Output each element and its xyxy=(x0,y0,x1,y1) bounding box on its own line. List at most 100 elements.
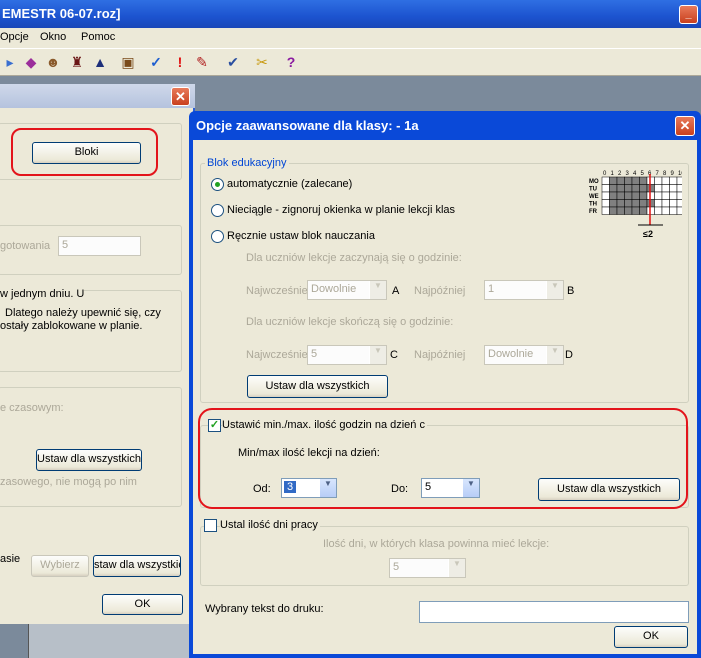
schedule-cell xyxy=(639,191,648,200)
schedule-cell xyxy=(624,184,633,193)
bottom-label: asie xyxy=(0,553,21,565)
end-latest-label: Najpóźniej xyxy=(414,349,466,361)
start-earliest-value: Dowolnie xyxy=(311,283,357,295)
end-earliest-combo[interactable]: 5 ▼ xyxy=(307,345,387,365)
schedule-col-label: 9 xyxy=(671,171,675,177)
schedule-cell xyxy=(654,199,663,208)
prep-input[interactable]: 5 xyxy=(58,236,141,256)
chevron-down-icon: ▼ xyxy=(369,346,386,364)
schedule-cell xyxy=(616,199,625,208)
start-label: Dla uczniów lekcje zaczynają się o godzi… xyxy=(246,252,462,264)
schedule-cell xyxy=(624,206,633,215)
note-line2: Dlatego należy upewnić się, czy xyxy=(5,307,161,319)
schedule-cell xyxy=(669,199,678,208)
radio-manual[interactable] xyxy=(211,230,224,243)
menu-opcje[interactable]: Opcje xyxy=(0,31,29,43)
cube-icon[interactable]: ◆ xyxy=(21,52,41,72)
chevron-down-icon: ▼ xyxy=(448,559,465,577)
schedule-cell xyxy=(601,199,610,208)
schedule-cell xyxy=(676,184,682,193)
tools-icon[interactable]: ✂ xyxy=(252,52,272,72)
print-input[interactable] xyxy=(419,601,689,623)
schedule-row-label: TU xyxy=(589,187,597,193)
chevron-down-icon: ▼ xyxy=(546,346,563,364)
schedule-cell xyxy=(609,184,618,193)
nav-icon[interactable]: ▸ xyxy=(0,52,20,72)
exclamation-icon[interactable]: ! xyxy=(170,52,190,72)
schedule-cell xyxy=(616,176,625,185)
schedule-cell xyxy=(616,191,625,200)
schedule-cell xyxy=(631,206,640,215)
schedule-cell xyxy=(609,191,618,200)
workspace-panel xyxy=(28,624,189,658)
schedule-col-label: 1 xyxy=(611,171,615,177)
schedule-col-label: 8 xyxy=(663,171,667,177)
schedule-cell xyxy=(669,184,678,193)
schedule-col-label: 7 xyxy=(656,171,660,177)
bg-ok-button[interactable]: OK xyxy=(102,594,183,615)
bg-set-all-button[interactable]: Ustaw dla wszystkich xyxy=(36,449,142,471)
schedule-cell xyxy=(661,184,670,193)
ok-button[interactable]: OK xyxy=(614,626,688,648)
schedule-cell xyxy=(631,191,640,200)
radio-auto[interactable] xyxy=(211,178,224,191)
schedule-cell xyxy=(639,176,648,185)
schedule-col-label: 3 xyxy=(626,171,630,177)
schedule-cell xyxy=(661,206,670,215)
schedule-grid-icon: 012345678910 MOTUWETHFR ≤2 xyxy=(589,171,682,239)
days-combo[interactable]: 5 ▼ xyxy=(389,558,466,578)
start-earliest-label: Najwcześnie xyxy=(246,285,308,297)
days-checkbox[interactable] xyxy=(204,519,217,532)
letter-c: C xyxy=(390,349,398,361)
schedule-row-label: WE xyxy=(589,194,599,200)
schedule-cell xyxy=(639,206,648,215)
schedule-cell xyxy=(639,184,648,193)
letter-d: D xyxy=(565,349,573,361)
menu-okno[interactable]: Okno xyxy=(40,31,66,43)
choose-button[interactable]: Wybierz xyxy=(31,555,89,577)
schedule-col-label: 2 xyxy=(618,171,622,177)
background-dialog-titlebar xyxy=(0,84,195,108)
end-earliest-label: Najwcześnie xyxy=(246,349,308,361)
menubar: Opcje Okno Pomoc xyxy=(0,28,701,48)
schedule-cell xyxy=(676,206,682,215)
ruler-check-icon[interactable]: ✔ xyxy=(223,52,243,72)
dialog-close-icon[interactable]: ✕ xyxy=(675,116,695,136)
chevron-down-icon: ▼ xyxy=(546,281,563,299)
radio-noncontinuous[interactable] xyxy=(211,204,224,217)
days-label: Ilość dni, w których klasa powinna mieć … xyxy=(323,538,550,550)
blocks-button[interactable]: Bloki xyxy=(32,142,141,164)
user-icon[interactable]: ☻ xyxy=(43,52,63,72)
graduation-cap-icon[interactable]: ▲ xyxy=(90,52,110,72)
schedule-cell xyxy=(661,176,670,185)
building-icon[interactable]: ▣ xyxy=(118,52,138,72)
schedule-cell xyxy=(669,191,678,200)
set-all-button[interactable]: Ustaw dla wszystkich xyxy=(247,375,388,398)
schedule-cell xyxy=(631,184,640,193)
question-icon[interactable]: ? xyxy=(281,52,301,72)
start-latest-combo[interactable]: 1 ▼ xyxy=(484,280,564,300)
block-group-label: Blok edukacyjny xyxy=(205,157,289,169)
start-latest-label: Najpóźniej xyxy=(414,285,466,297)
piano-icon[interactable]: ♜ xyxy=(67,52,87,72)
schedule-cell xyxy=(631,176,640,185)
schedule-cell xyxy=(654,184,663,193)
schedule-cell xyxy=(601,184,610,193)
start-earliest-combo[interactable]: Dowolnie ▼ xyxy=(307,280,387,300)
letter-b: B xyxy=(567,285,575,297)
schedule-col-label: 4 xyxy=(633,171,637,177)
checkmark-icon[interactable]: ✓ xyxy=(146,52,166,72)
schedule-cell xyxy=(676,191,682,200)
schedule-cell xyxy=(624,191,633,200)
schedule-cell xyxy=(624,199,633,208)
background-close-icon[interactable]: ✕ xyxy=(171,87,190,106)
toolbar: ▸ ◆ ☻ ♜ ▲ ▣ ✓ ! ✎ ✔ ✂ ? xyxy=(0,48,701,76)
schedule-cell xyxy=(669,176,678,185)
bg-set-all-button-2[interactable]: staw dla wszystkic xyxy=(93,555,181,577)
menu-pomoc[interactable]: Pomoc xyxy=(81,31,115,43)
document-edit-icon[interactable]: ✎ xyxy=(192,52,212,72)
minimize-icon[interactable]: _ xyxy=(679,5,698,24)
schedule-col-label: 5 xyxy=(641,171,645,177)
end-latest-combo[interactable]: Dowolnie ▼ xyxy=(484,345,564,365)
schedule-cell xyxy=(616,206,625,215)
